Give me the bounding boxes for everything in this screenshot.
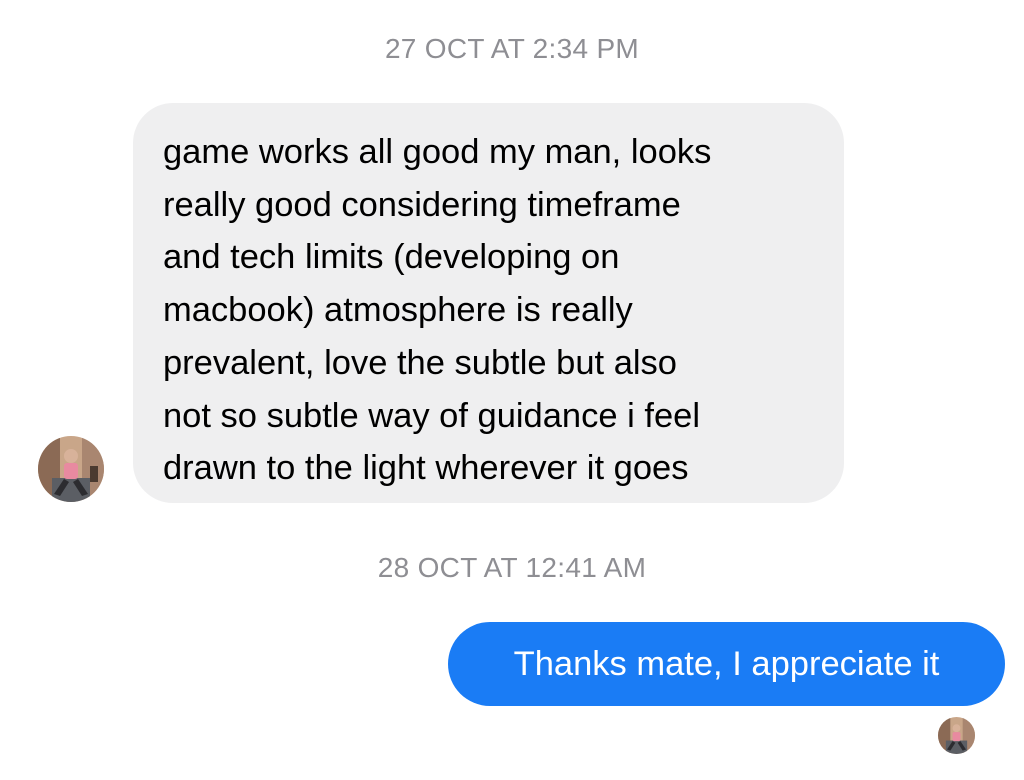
contact-avatar-photo-icon [38,436,104,502]
read-receipt-avatar-icon [938,717,975,754]
timestamp-divider: 27 OCT AT 2:34 PM [384,33,640,64]
timestamp-divider: 28 OCT AT 12:41 AM [377,552,647,583]
outgoing-message-bubble[interactable]: Thanks mate, I appreciate it [448,622,1005,706]
contact-avatar[interactable] [38,436,104,502]
read-receipt-avatar [938,717,975,754]
incoming-message-bubble[interactable]: game works all good my man, looks really… [133,103,844,503]
chat-thread: 27 OCT AT 2:34 PM game works all good my… [0,0,1024,780]
